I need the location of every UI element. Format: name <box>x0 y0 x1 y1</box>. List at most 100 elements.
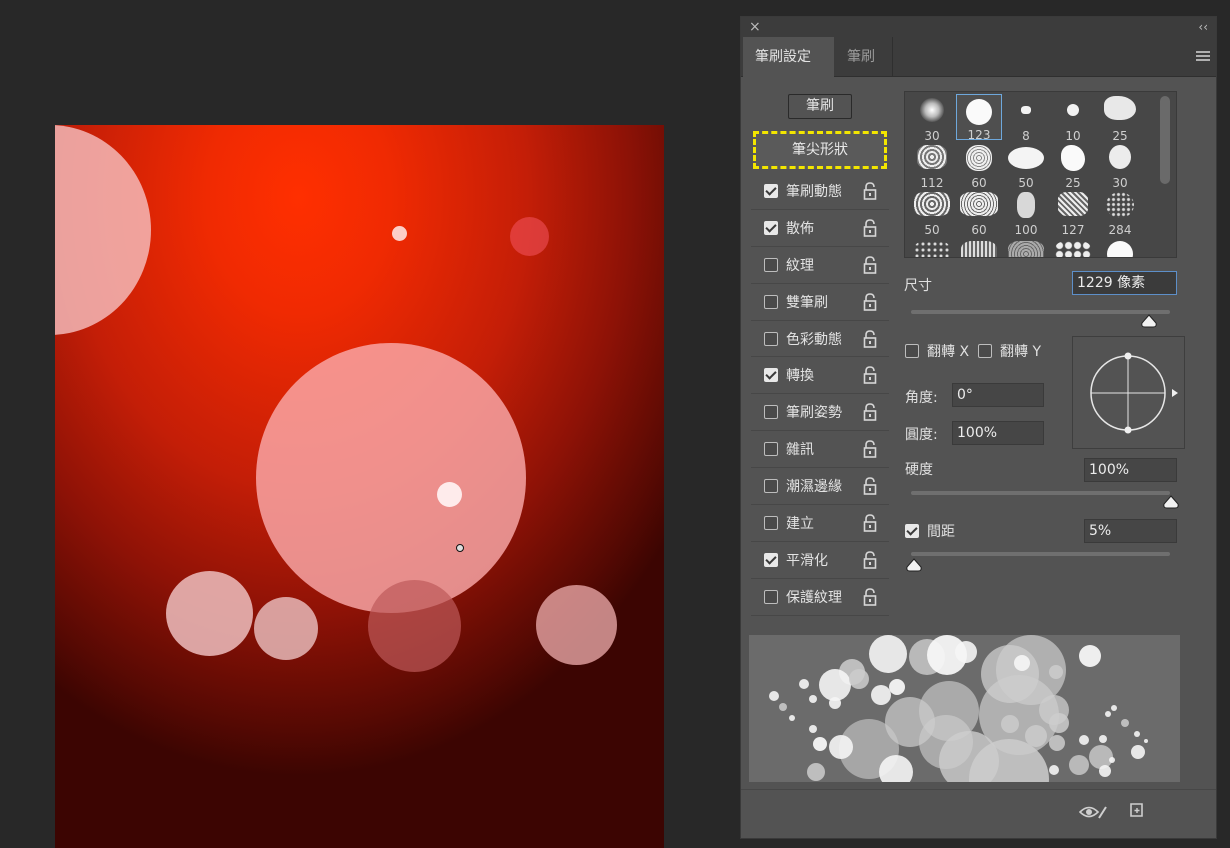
hardness-slider[interactable] <box>911 491 1170 495</box>
preview-dab <box>1131 745 1145 759</box>
roundness-label: 圓度: <box>905 427 938 443</box>
brush-tip-icon <box>1067 104 1079 116</box>
lock-icon[interactable] <box>863 219 877 237</box>
panel-menu-icon[interactable] <box>1196 51 1210 62</box>
brush-tip-preview-icon[interactable] <box>1073 337 1186 450</box>
lock-icon[interactable] <box>863 292 877 311</box>
brush-preset[interactable] <box>956 235 1002 257</box>
option-checkbox[interactable] <box>764 516 778 531</box>
lock-icon[interactable] <box>863 477 877 495</box>
brush-preset[interactable]: 100 <box>1003 188 1049 237</box>
preview-dab <box>809 695 817 703</box>
brush-preset[interactable]: 30 <box>909 94 955 143</box>
lock-icon[interactable] <box>863 551 877 569</box>
brush-option-row[interactable]: 筆刷姿勢 <box>751 394 889 432</box>
bokeh-circle <box>256 343 526 613</box>
option-checkbox[interactable] <box>764 552 778 567</box>
brush-preset[interactable]: 127 <box>1050 188 1096 237</box>
lock-icon[interactable] <box>863 366 877 385</box>
brush-preset[interactable]: 60 <box>956 141 1002 190</box>
size-input[interactable]: 1229 像素 <box>1072 271 1177 295</box>
brush-preset[interactable]: 25 <box>1050 141 1096 190</box>
brush-option-row[interactable]: 雜訊 <box>751 431 889 469</box>
spacing-checkbox[interactable] <box>905 524 919 538</box>
flip-y-checkbox[interactable] <box>978 344 992 358</box>
brush-preset[interactable]: 284 <box>1097 188 1143 237</box>
lock-icon[interactable] <box>863 255 877 274</box>
flip-x-checkbox[interactable] <box>905 344 919 358</box>
option-checkbox[interactable] <box>764 294 778 309</box>
brush-preset[interactable]: 10 <box>1050 94 1096 143</box>
roundness-input[interactable]: 100% <box>952 421 1044 445</box>
brush-preset[interactable]: 50 <box>1003 141 1049 190</box>
brush-preset[interactable] <box>909 235 955 257</box>
brush-preset[interactable]: 60 <box>956 188 1002 237</box>
brush-option-row[interactable]: 建立 <box>751 505 889 542</box>
option-checkbox[interactable] <box>764 368 778 383</box>
option-checkbox[interactable] <box>764 331 778 346</box>
close-icon[interactable]: × <box>749 18 761 36</box>
hardness-slider-thumb[interactable] <box>1162 495 1180 509</box>
brush-option-row[interactable]: 潮濕邊緣 <box>751 468 889 506</box>
brush-option-row[interactable]: 保護紋理 <box>751 578 889 616</box>
brush-option-row[interactable]: 散佈 <box>751 209 889 247</box>
option-checkbox[interactable] <box>764 479 778 494</box>
preview-dab <box>1121 719 1129 727</box>
brush-preset[interactable] <box>1097 235 1143 257</box>
size-slider[interactable] <box>911 310 1170 314</box>
brush-preset[interactable]: 8 <box>1003 94 1049 143</box>
brushes-button[interactable]: 筆刷 <box>788 94 852 119</box>
brush-preset[interactable]: 123 <box>956 94 1002 142</box>
bokeh-circle <box>55 125 151 335</box>
brush-preset[interactable] <box>1003 235 1049 257</box>
preview-dab <box>1001 715 1019 733</box>
option-checkbox[interactable] <box>764 257 778 272</box>
brush-tip-icon <box>966 99 992 125</box>
lock-icon[interactable] <box>863 587 877 606</box>
option-checkbox[interactable] <box>764 184 778 198</box>
size-label: 尺寸 <box>904 278 932 294</box>
lock-icon[interactable] <box>863 440 877 459</box>
lock-icon[interactable] <box>863 514 877 532</box>
brush-option-row[interactable]: 平滑化 <box>751 541 889 579</box>
new-preset-icon[interactable] <box>1128 801 1146 819</box>
lock-icon[interactable] <box>863 182 877 200</box>
collapse-icon[interactable]: ‹‹ <box>1198 18 1208 36</box>
option-checkbox[interactable] <box>764 220 778 235</box>
brush-option-row[interactable]: 筆刷動態 <box>751 173 889 210</box>
brush-option-row[interactable]: 紋理 <box>751 246 889 284</box>
brush-option-row[interactable]: 雙筆刷 <box>751 283 889 321</box>
brush-preset[interactable] <box>1050 235 1096 257</box>
brush-tip-icon <box>1109 145 1131 169</box>
brush-preset[interactable]: 25 <box>1097 94 1143 143</box>
panel-title-bar[interactable]: × ‹‹ <box>741 17 1216 37</box>
preview-dab <box>1025 725 1047 747</box>
angle-input[interactable]: 0° <box>952 383 1044 407</box>
spacing-slider[interactable] <box>911 552 1170 556</box>
brush-preset[interactable]: 50 <box>909 188 955 237</box>
spacing-slider-thumb[interactable] <box>905 558 923 572</box>
brush-option-row[interactable]: 轉換 <box>751 357 889 395</box>
eye-brush-icon[interactable] <box>1079 803 1109 821</box>
angle-roundness-widget[interactable] <box>1072 336 1185 449</box>
document-canvas[interactable] <box>55 125 664 848</box>
presets-scrollbar[interactable] <box>1160 96 1170 184</box>
preview-dab <box>789 715 795 721</box>
hardness-input[interactable]: 100% <box>1084 458 1177 482</box>
tab-brush-settings[interactable]: 筆刷設定 <box>743 37 834 78</box>
brush-presets-grid[interactable]: 30 123 8 10 25 112 60 50 25 30 50 60 100 127 284 <box>904 91 1177 258</box>
brush-option-row[interactable]: 色彩動態 <box>751 320 889 358</box>
brush-preset[interactable]: 112 <box>909 141 955 190</box>
tab-brushes[interactable]: 筆刷 <box>835 37 893 77</box>
lock-icon[interactable] <box>863 329 877 348</box>
option-checkbox[interactable] <box>764 405 778 420</box>
brush-preset[interactable]: 30 <box>1097 141 1143 190</box>
option-label: 保護紋理 <box>786 589 842 606</box>
brush-stroke-preview <box>749 635 1180 782</box>
option-checkbox[interactable] <box>764 442 778 457</box>
option-checkbox[interactable] <box>764 589 778 604</box>
spacing-input[interactable]: 5% <box>1084 519 1177 543</box>
size-slider-thumb[interactable] <box>1140 314 1158 328</box>
lock-icon[interactable] <box>863 403 877 422</box>
brush-tip-shape-item[interactable]: 筆尖形狀 <box>753 131 887 169</box>
